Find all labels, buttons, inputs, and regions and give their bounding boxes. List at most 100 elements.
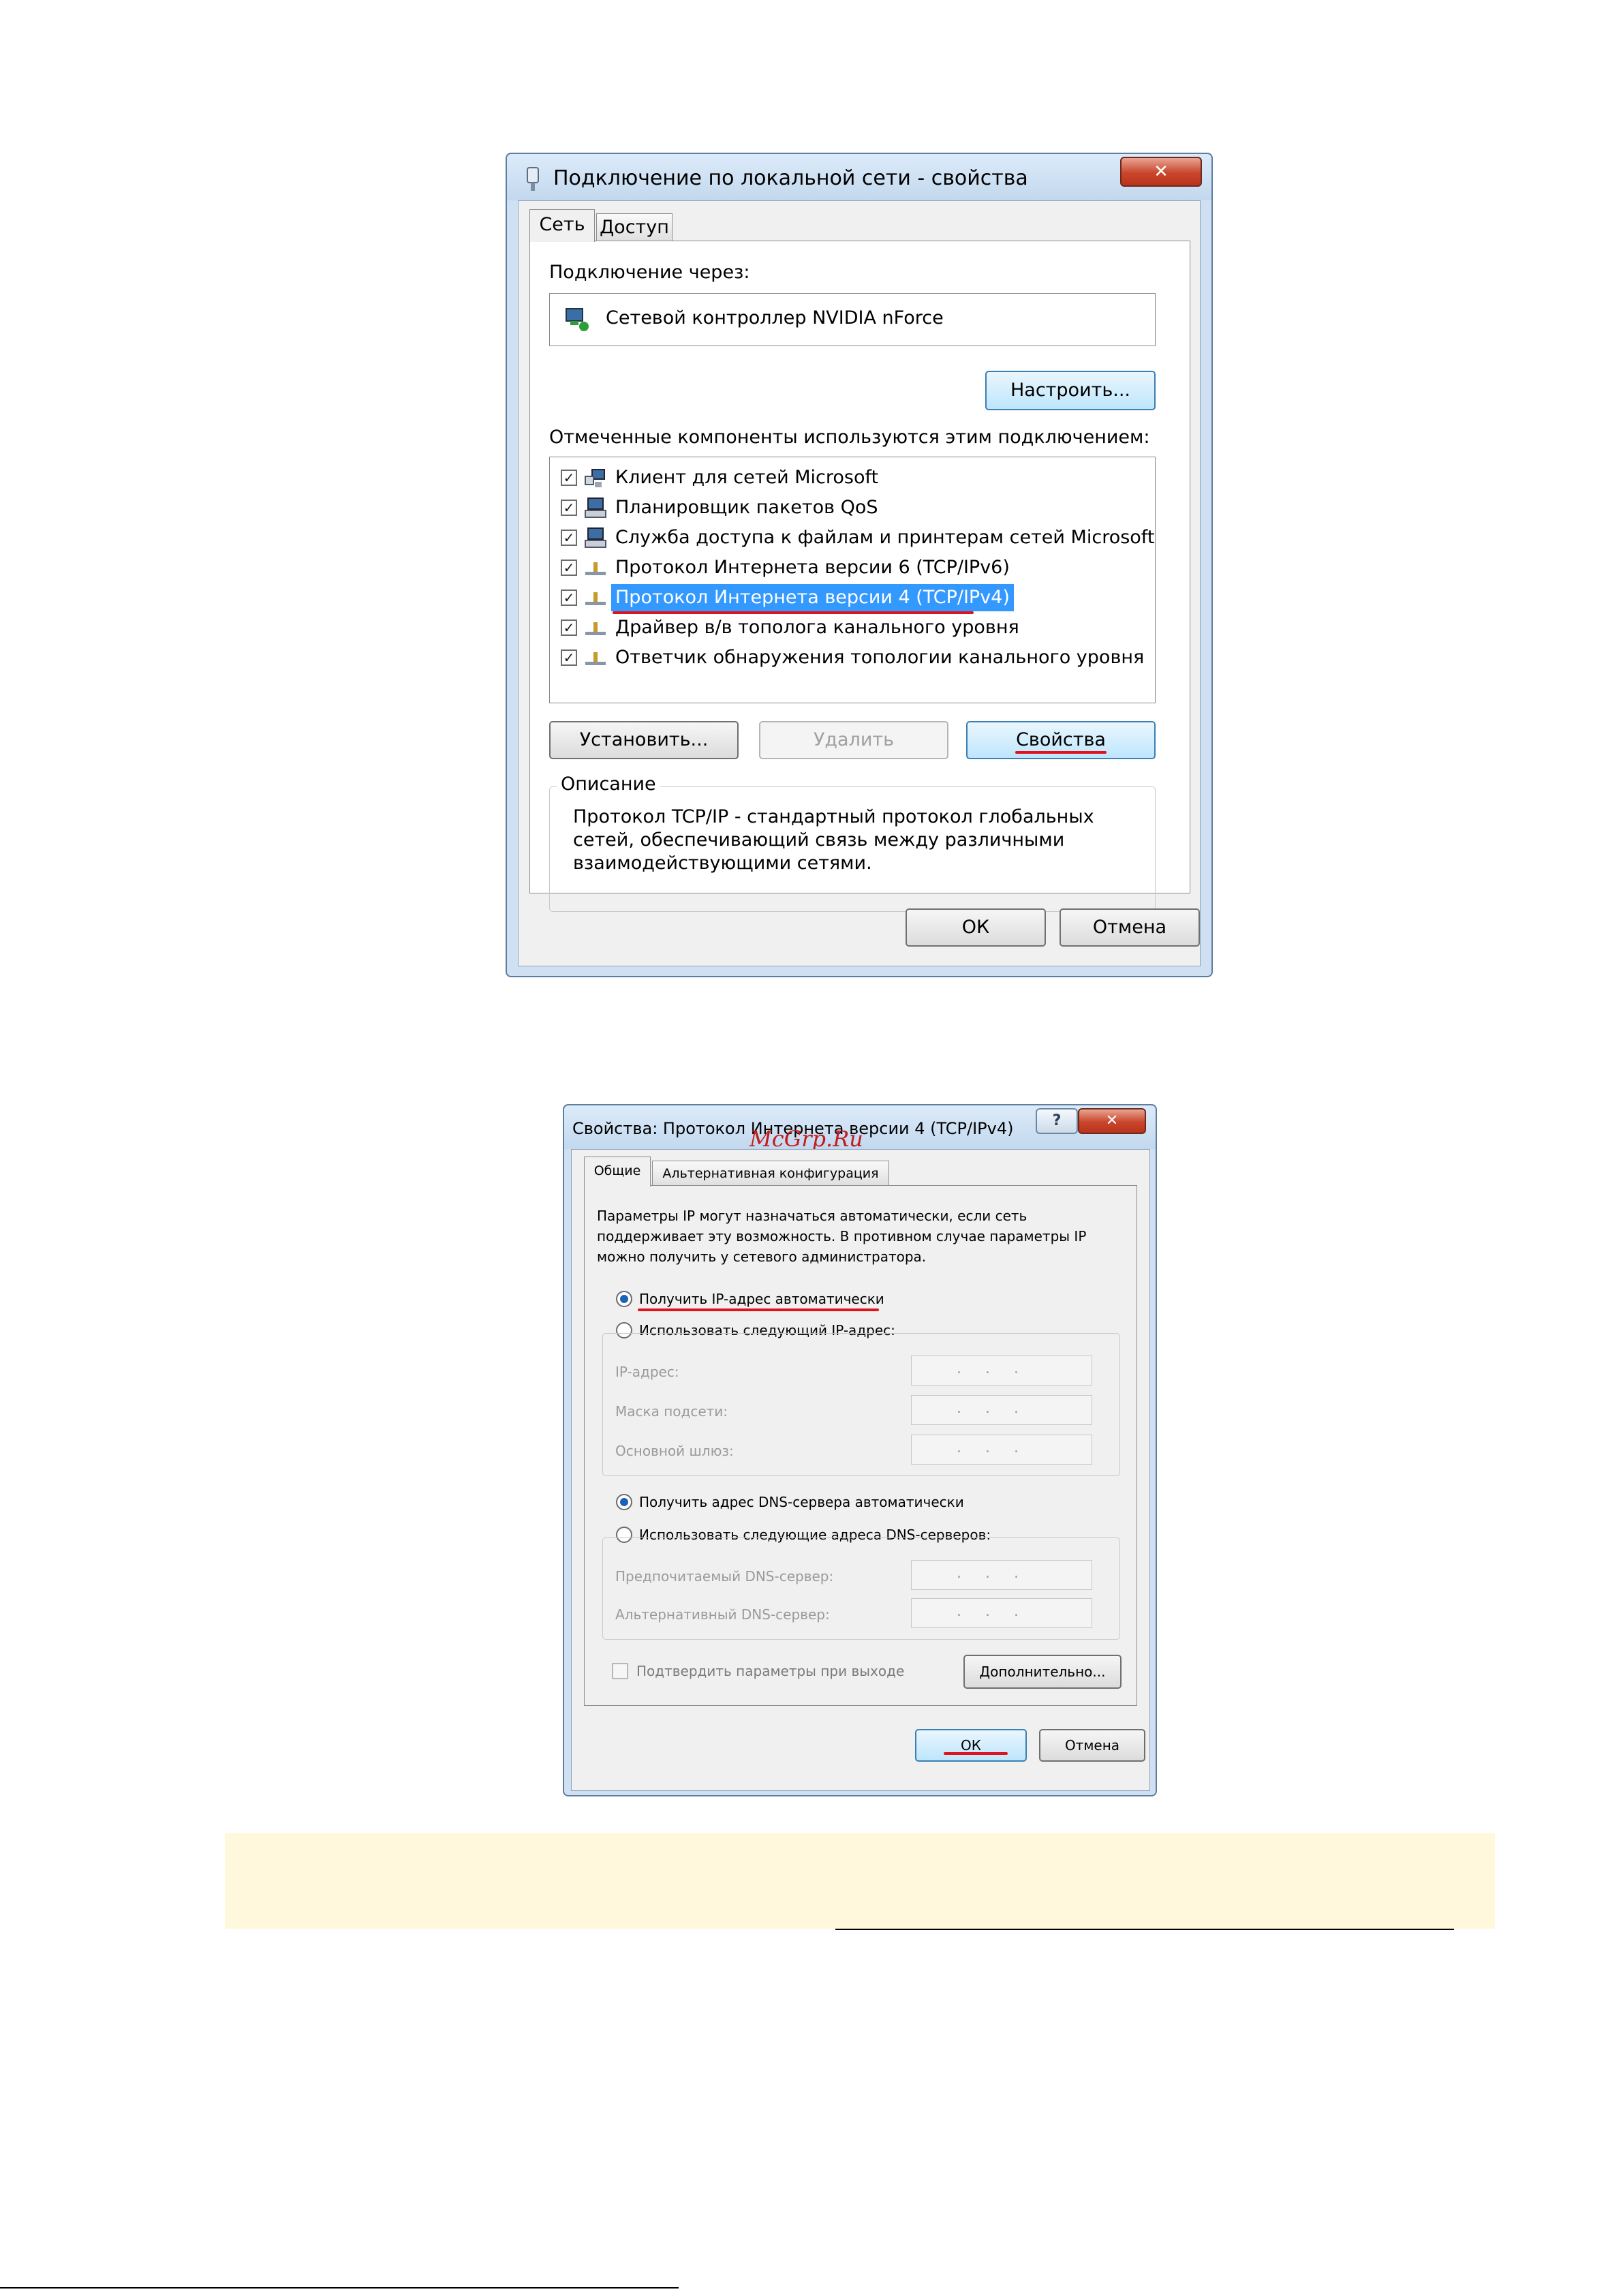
component-checkbox[interactable]: ✓ [561,530,577,546]
ip-auto-label[interactable]: Получить IP-адрес автоматически [639,1291,884,1307]
ok-button-label: ОК [961,1737,981,1754]
preferred-dns-label: Предпочитаемый DNS-сервер: [615,1568,834,1585]
tab-sharing[interactable]: Доступ [596,213,673,242]
general-tab-page: Параметры IP могут назначаться автоматич… [584,1185,1137,1706]
network-adapter-icon [527,167,539,191]
intro-line-3: можно получить у сетевого администратора… [597,1249,927,1265]
subnet-mask-field[interactable]: . . . [911,1395,1092,1425]
intro-line-1: Параметры IP могут назначаться автоматич… [597,1208,1027,1224]
close-button[interactable]: ✕ [1120,157,1202,187]
remove-button[interactable]: Удалить [759,721,948,759]
install-button[interactable]: Установить... [549,721,739,759]
tab-network[interactable]: Сеть [529,209,595,242]
network-protocol-icon [585,652,606,665]
component-label: Ответчик обнаружения топологии канальног… [615,647,1145,668]
configure-button[interactable]: Настроить... [985,371,1156,410]
dns-auto-radio[interactable] [616,1494,632,1510]
dns-fields-group: Предпочитаемый DNS-сервер: . . . Альтерн… [602,1537,1120,1640]
component-label: Служба доступа к файлам и принтерам сете… [615,527,1155,548]
component-label: Протокол Интернета версии 6 (TCP/IPv6) [615,557,1010,578]
note-highlight-box [225,1833,1495,1929]
note-underline [835,1929,1454,1930]
help-icon: ? [1052,1112,1062,1129]
dns-auto-label[interactable]: Получить адрес DNS-сервера автоматически [639,1494,964,1510]
component-checkbox[interactable]: ✓ [561,560,577,576]
adapter-name: Сетевой контроллер NVIDIA nForce [606,307,944,328]
network-card-icon [566,308,589,331]
adapter-box: Сетевой контроллер NVIDIA nForce [549,293,1156,346]
help-button[interactable]: ? [1036,1108,1078,1134]
close-icon: ✕ [1105,1112,1119,1129]
ip-fields-group: IP-адрес: . . . Маска подсети: . . . Осн… [602,1333,1120,1476]
ip-auto-radio[interactable] [616,1291,632,1307]
network-service-icon [585,498,606,518]
ip-dots: . . . [957,1400,1028,1417]
component-checkbox[interactable]: ✓ [561,590,577,606]
description-line-2: сетей, обеспечивающий связь между различ… [573,829,1065,851]
properties-button-label: Свойства [1016,729,1106,750]
description-legend: Описание [557,774,660,795]
close-icon: ✕ [1154,162,1169,182]
ip-address-label: IP-адрес: [615,1364,679,1380]
default-gateway-label: Основной шлюз: [615,1443,734,1459]
component-row-ipv4[interactable]: ✓ Протокол Интернета версии 4 (TCP/IPv4) [550,584,1149,614]
component-row-ipv6[interactable]: ✓ Протокол Интернета версии 6 (TCP/IPv6) [550,554,1149,583]
watermark: McGrp.Ru [749,1126,863,1152]
components-label: Отмеченные компоненты используются этим … [549,427,1150,448]
component-checkbox[interactable]: ✓ [561,470,577,486]
ip-address-field[interactable]: . . . [911,1356,1092,1386]
default-gateway-field[interactable]: . . . [911,1435,1092,1465]
component-row-ms-client[interactable]: ✓ Клиент для сетей Microsoft [550,464,1149,493]
preferred-dns-field[interactable]: . . . [911,1560,1092,1590]
component-row-lltd-responder[interactable]: ✓ Ответчик обнаружения топологии канальн… [550,644,1149,673]
description-line-1: Протокол TCP/IP - стандартный протокол г… [573,806,1094,827]
component-checkbox[interactable]: ✓ [561,649,577,666]
network-protocol-icon [585,562,606,575]
network-protocol-icon [585,622,606,635]
description-line-3: взаимодействующими сетями. [573,853,872,874]
connect-via-label: Подключение через: [549,262,750,283]
cancel-button[interactable]: Отмена [1039,1729,1145,1762]
ok-annotation-underline [944,1752,1008,1755]
component-row-file-sharing[interactable]: ✓ Служба доступа к файлам и принтерам се… [550,524,1154,553]
validate-checkbox[interactable] [612,1663,628,1679]
ipv4-properties-client: Общие Альтернативная конфигурация Параме… [571,1149,1150,1791]
ipv4-properties-window: Свойства: Протокол Интернета версии 4 (T… [563,1104,1157,1796]
component-row-lltd-mapper[interactable]: ✓ Драйвер в/в тополога канального уровня [550,614,1149,643]
lan-properties-window: Подключение по локальной сети - свойства… [506,153,1213,977]
alternate-dns-field[interactable]: . . . [911,1598,1092,1628]
subnet-mask-label: Маска подсети: [615,1403,728,1420]
network-service-icon [585,527,606,548]
intro-line-2: поддерживает эту возможность. В противно… [597,1228,1087,1244]
network-tab-page: Подключение через: Сетевой контроллер NV… [529,241,1190,912]
ip-dots: . . . [957,1360,1028,1377]
ip-auto-annotation-underline [638,1308,879,1311]
description-group: Описание Протокол TCP/IP - стандартный п… [549,774,1156,912]
ok-button[interactable]: ОК [915,1729,1027,1762]
ip-dots: . . . [957,1565,1028,1582]
close-button[interactable]: ✕ [1078,1108,1146,1134]
tab-general[interactable]: Общие [584,1157,651,1187]
ip-dots: . . . [957,1439,1028,1456]
validate-label: Подтвердить параметры при выходе [636,1663,905,1679]
component-label: Драйвер в/в тополога канального уровня [615,617,1019,638]
ok-button[interactable]: ОК [906,908,1046,947]
lan-properties-title: Подключение по локальной сети - свойства [553,166,1028,190]
tab-alternate-config[interactable]: Альтернативная конфигурация [652,1161,889,1187]
properties-annotation-underline [1015,751,1107,754]
component-label: Планировщик пакетов QoS [615,497,878,518]
component-checkbox[interactable]: ✓ [561,619,577,636]
cancel-button[interactable]: Отмена [1060,908,1200,947]
lan-properties-client: Сеть Доступ Подключение через: Сетевой к… [518,200,1201,966]
component-label-selected: Протокол Интернета версии 4 (TCP/IPv4) [611,584,1014,611]
alternate-dns-label: Альтернативный DNS-сервер: [615,1606,830,1623]
advanced-button[interactable]: Дополнительно... [963,1655,1122,1689]
components-list[interactable]: ✓ Клиент для сетей Microsoft ✓ Планировщ… [549,457,1156,703]
network-protocol-icon [585,592,606,605]
ip-dots: . . . [957,1603,1028,1620]
component-label: Клиент для сетей Microsoft [615,467,879,488]
component-checkbox[interactable]: ✓ [561,500,577,516]
network-client-icon [585,469,605,487]
component-row-qos[interactable]: ✓ Планировщик пакетов QoS [550,494,1149,523]
footnote-separator [0,2287,679,2289]
